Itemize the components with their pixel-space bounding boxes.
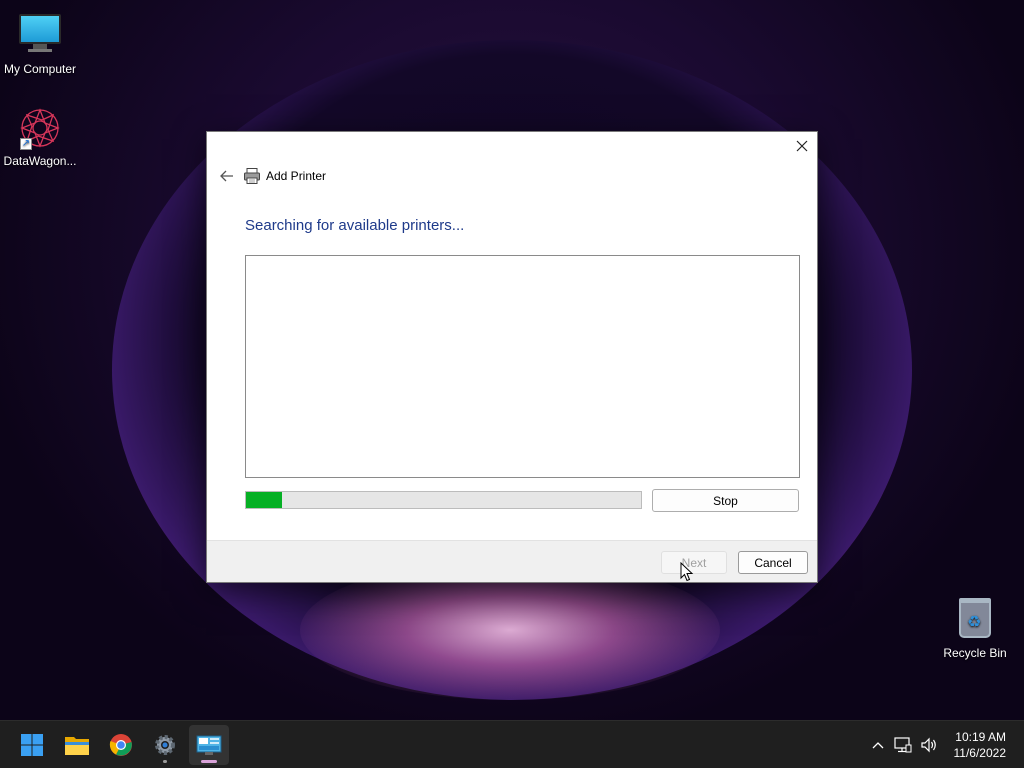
- desktop-icon-label: DataWagon...: [3, 154, 77, 168]
- back-button[interactable]: [215, 166, 239, 186]
- speaker-icon: [921, 737, 936, 753]
- desktop-icon-datawagon[interactable]: ↗ DataWagon...: [0, 106, 80, 168]
- folder-icon: [65, 737, 89, 755]
- volume-button[interactable]: [916, 725, 942, 765]
- next-button[interactable]: Next: [661, 551, 727, 574]
- file-explorer-button[interactable]: [57, 725, 97, 765]
- windows-logo-icon: [21, 734, 43, 756]
- desktop-icon-label: My Computer: [3, 62, 77, 76]
- show-hidden-icons-button[interactable]: [866, 725, 890, 765]
- printer-list[interactable]: [245, 255, 800, 478]
- stop-button[interactable]: Stop: [652, 489, 799, 512]
- recycle-bin-icon: ♻: [953, 598, 997, 642]
- back-arrow-icon: [220, 170, 233, 182]
- cancel-button[interactable]: Cancel: [738, 551, 808, 574]
- settings-button[interactable]: [145, 725, 185, 765]
- add-printer-dialog: Add Printer Searching for available prin…: [206, 131, 818, 583]
- start-button[interactable]: [12, 725, 52, 765]
- datawagon-logo-icon: ↗: [18, 106, 62, 150]
- gear-icon: [155, 735, 175, 755]
- desktop-icon-my-computer[interactable]: My Computer: [0, 10, 80, 76]
- mouse-cursor-icon: [680, 562, 694, 582]
- chrome-button[interactable]: [101, 725, 141, 765]
- network-button[interactable]: [890, 725, 916, 765]
- shortcut-arrow-icon: ↗: [20, 138, 32, 150]
- active-app-indicator: [201, 760, 217, 763]
- chevron-up-icon: [872, 742, 884, 749]
- close-icon: [796, 140, 808, 152]
- system-tray: [866, 721, 942, 768]
- dialog-header: Add Printer: [215, 166, 326, 186]
- desktop-icon-label: Recycle Bin: [943, 646, 1007, 660]
- running-indicator: [163, 760, 167, 763]
- desktop-icon-recycle-bin[interactable]: ♻ Recycle Bin: [935, 596, 1015, 660]
- control-panel-button[interactable]: [189, 725, 229, 765]
- search-progress-bar: [245, 491, 642, 509]
- taskbar: 10:19 AM 11/6/2022: [0, 720, 1024, 768]
- close-button[interactable]: [787, 132, 817, 160]
- progress-fill: [246, 492, 282, 508]
- dialog-footer: Next Cancel: [207, 540, 817, 582]
- monitor-icon: [18, 14, 62, 58]
- network-icon: [894, 737, 912, 753]
- chrome-icon: [109, 734, 132, 756]
- printer-icon: [244, 168, 260, 184]
- clock-date: 11/6/2022: [953, 746, 1007, 760]
- clock-time: 10:19 AM: [955, 730, 1006, 744]
- clock[interactable]: 10:19 AM 11/6/2022: [954, 729, 1007, 761]
- searching-heading: Searching for available printers...: [245, 217, 465, 234]
- dialog-title: Add Printer: [266, 169, 327, 183]
- control-panel-icon: [196, 735, 222, 755]
